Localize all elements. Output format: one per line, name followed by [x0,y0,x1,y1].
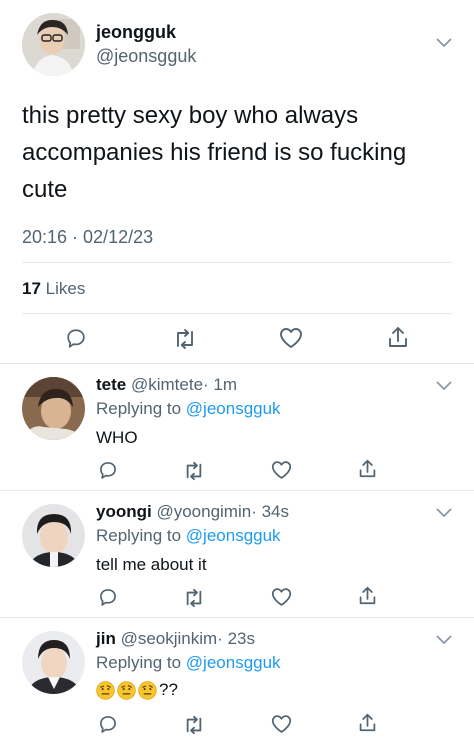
share-icon[interactable] [358,458,377,479]
replying-to-label: Replying to [96,653,182,672]
divider [0,617,474,618]
replying-to-handle[interactable]: @jeonsgguk [186,653,281,672]
reply-text: WHO [96,428,138,447]
reply-author-name[interactable]: tete [96,375,126,394]
chevron-down-icon[interactable] [436,38,452,48]
reply-header: jin @seokjinkim· 23s [96,629,255,649]
replying-to: Replying to @jeonsgguk [96,653,281,673]
raised-eyebrow-emoji-icon [96,681,115,700]
replying-to: Replying to @jeonsgguk [96,526,281,546]
reply-text-emoji: ?? [96,680,178,700]
replying-to-handle[interactable]: @jeonsgguk [186,526,281,545]
likes-count: 17 [22,279,41,298]
reply-header: yoongi @yoongimin· 34s [96,502,289,522]
reply-icon[interactable] [98,587,118,607]
share-icon[interactable] [358,585,377,606]
replying-to: Replying to @jeonsgguk [96,399,281,419]
reply-icon[interactable] [98,460,118,480]
tweet-text: this pretty sexy boy who always accompan… [22,97,462,208]
likes-label: Likes [45,279,86,298]
retweet-icon[interactable] [173,328,197,350]
divider [0,490,474,491]
share-icon[interactable] [387,325,409,349]
replying-to-label: Replying to [96,399,182,418]
share-icon[interactable] [358,712,377,733]
chevron-down-icon[interactable] [436,508,452,518]
reply-avatar[interactable] [22,504,85,567]
reply-avatar[interactable] [22,631,85,694]
reply-avatar[interactable] [22,377,85,440]
tweet-text-line: accompanies his friend is so fucking [22,139,407,166]
raised-eyebrow-emoji-icon [117,681,136,700]
tweet-text-line: cute [22,176,68,203]
reply-author-handle[interactable]: @kimtete [131,375,203,394]
like-icon[interactable] [271,587,292,607]
reply-text: ?? [159,680,178,699]
author-name[interactable]: jeongguk [96,22,176,43]
like-icon[interactable] [271,714,292,734]
reply-time[interactable]: · 34s [251,502,289,521]
retweet-icon[interactable] [183,461,205,481]
divider [22,262,452,263]
reply-icon[interactable] [65,327,87,349]
replying-to-label: Replying to [96,526,182,545]
tweet-timestamp[interactable]: 20:16 · 02/12/23 [22,227,153,248]
divider [0,363,474,364]
retweet-icon[interactable] [183,715,205,735]
chevron-down-icon[interactable] [436,381,452,391]
retweet-icon[interactable] [183,588,205,608]
reply-author-name[interactable]: yoongi [96,502,152,521]
reply-author-handle[interactable]: @yoongimin [156,502,251,521]
like-icon[interactable] [271,460,292,480]
reply-time[interactable]: · 23s [217,629,255,648]
chevron-down-icon[interactable] [436,635,452,645]
replying-to-handle[interactable]: @jeonsgguk [186,399,281,418]
reply-time[interactable]: · 1m [203,375,237,394]
like-icon[interactable] [279,327,303,349]
likes-stat[interactable]: 17 Likes [22,279,85,299]
reply-header: tete @kimtete· 1m [96,375,237,395]
author-handle[interactable]: @jeonsgguk [96,46,196,67]
tweet-text-line: this pretty sexy boy who always [22,102,359,129]
divider [22,313,452,314]
reply-author-name[interactable]: jin [96,629,116,648]
reply-icon[interactable] [98,714,118,734]
reply-author-handle[interactable]: @seokjinkim [121,629,218,648]
raised-eyebrow-emoji-icon [138,681,157,700]
author-avatar[interactable] [22,13,85,76]
reply-text: tell me about it [96,555,207,574]
